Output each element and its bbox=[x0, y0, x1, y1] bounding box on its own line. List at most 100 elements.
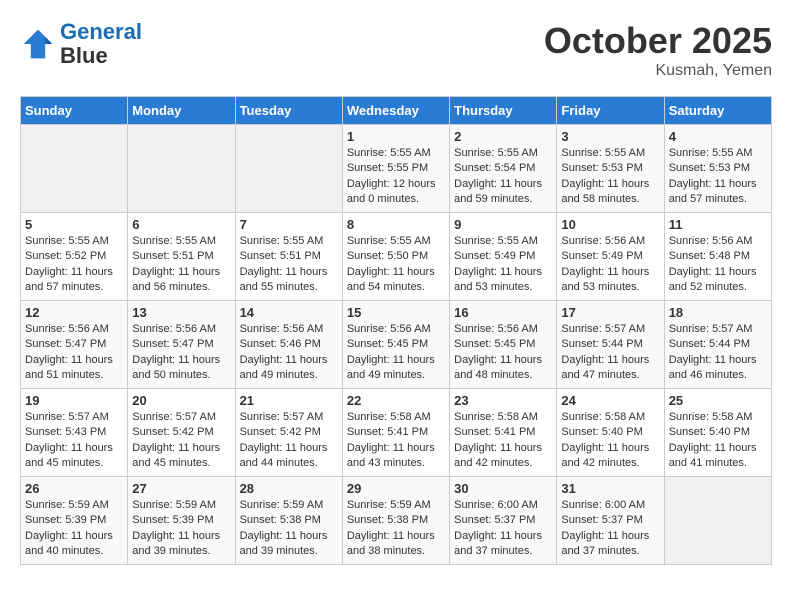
day-info: Sunrise: 5:55 AMSunset: 5:55 PMDaylight:… bbox=[347, 146, 445, 208]
day-info: Sunrise: 5:55 AMSunset: 5:54 PMDaylight:… bbox=[454, 146, 552, 208]
calendar-cell: 10 Sunrise: 5:56 AMSunset: 5:49 PMDaylig… bbox=[557, 213, 664, 301]
calendar-cell: 25 Sunrise: 5:58 AMSunset: 5:40 PMDaylig… bbox=[664, 389, 771, 477]
logo: General Blue bbox=[20, 20, 142, 68]
calendar-cell: 16 Sunrise: 5:56 AMSunset: 5:45 PMDaylig… bbox=[450, 301, 557, 389]
day-info: Sunrise: 5:56 AMSunset: 5:47 PMDaylight:… bbox=[132, 322, 230, 384]
calendar-cell: 23 Sunrise: 5:58 AMSunset: 5:41 PMDaylig… bbox=[450, 389, 557, 477]
calendar-cell: 19 Sunrise: 5:57 AMSunset: 5:43 PMDaylig… bbox=[21, 389, 128, 477]
logo-icon bbox=[20, 26, 56, 62]
column-header-saturday: Saturday bbox=[664, 97, 771, 125]
day-number: 25 bbox=[669, 393, 767, 408]
day-number: 6 bbox=[132, 217, 230, 232]
day-number: 13 bbox=[132, 305, 230, 320]
day-number: 29 bbox=[347, 481, 445, 496]
calendar-cell: 15 Sunrise: 5:56 AMSunset: 5:45 PMDaylig… bbox=[342, 301, 449, 389]
day-number: 27 bbox=[132, 481, 230, 496]
calendar-cell: 11 Sunrise: 5:56 AMSunset: 5:48 PMDaylig… bbox=[664, 213, 771, 301]
location: Kusmah, Yemen bbox=[544, 62, 772, 80]
calendar-cell bbox=[235, 125, 342, 213]
day-info: Sunrise: 6:00 AMSunset: 5:37 PMDaylight:… bbox=[561, 498, 659, 560]
day-number: 7 bbox=[240, 217, 338, 232]
calendar-cell: 21 Sunrise: 5:57 AMSunset: 5:42 PMDaylig… bbox=[235, 389, 342, 477]
calendar-cell: 8 Sunrise: 5:55 AMSunset: 5:50 PMDayligh… bbox=[342, 213, 449, 301]
calendar-cell: 5 Sunrise: 5:55 AMSunset: 5:52 PMDayligh… bbox=[21, 213, 128, 301]
column-header-sunday: Sunday bbox=[21, 97, 128, 125]
day-info: Sunrise: 5:57 AMSunset: 5:43 PMDaylight:… bbox=[25, 410, 123, 472]
day-info: Sunrise: 5:56 AMSunset: 5:45 PMDaylight:… bbox=[454, 322, 552, 384]
day-number: 19 bbox=[25, 393, 123, 408]
day-number: 28 bbox=[240, 481, 338, 496]
calendar-cell: 2 Sunrise: 5:55 AMSunset: 5:54 PMDayligh… bbox=[450, 125, 557, 213]
calendar-table: SundayMondayTuesdayWednesdayThursdayFrid… bbox=[20, 96, 772, 565]
day-info: Sunrise: 5:57 AMSunset: 5:42 PMDaylight:… bbox=[132, 410, 230, 472]
day-info: Sunrise: 5:55 AMSunset: 5:51 PMDaylight:… bbox=[132, 234, 230, 296]
day-number: 22 bbox=[347, 393, 445, 408]
calendar-cell: 1 Sunrise: 5:55 AMSunset: 5:55 PMDayligh… bbox=[342, 125, 449, 213]
day-info: Sunrise: 5:56 AMSunset: 5:45 PMDaylight:… bbox=[347, 322, 445, 384]
calendar-week-row: 5 Sunrise: 5:55 AMSunset: 5:52 PMDayligh… bbox=[21, 213, 772, 301]
day-number: 31 bbox=[561, 481, 659, 496]
day-info: Sunrise: 5:55 AMSunset: 5:53 PMDaylight:… bbox=[669, 146, 767, 208]
day-info: Sunrise: 5:55 AMSunset: 5:50 PMDaylight:… bbox=[347, 234, 445, 296]
calendar-cell: 28 Sunrise: 5:59 AMSunset: 5:38 PMDaylig… bbox=[235, 477, 342, 565]
calendar-cell: 12 Sunrise: 5:56 AMSunset: 5:47 PMDaylig… bbox=[21, 301, 128, 389]
day-number: 14 bbox=[240, 305, 338, 320]
day-info: Sunrise: 5:59 AMSunset: 5:38 PMDaylight:… bbox=[240, 498, 338, 560]
calendar-cell: 29 Sunrise: 5:59 AMSunset: 5:38 PMDaylig… bbox=[342, 477, 449, 565]
calendar-cell: 20 Sunrise: 5:57 AMSunset: 5:42 PMDaylig… bbox=[128, 389, 235, 477]
column-header-monday: Monday bbox=[128, 97, 235, 125]
day-number: 26 bbox=[25, 481, 123, 496]
calendar-cell: 7 Sunrise: 5:55 AMSunset: 5:51 PMDayligh… bbox=[235, 213, 342, 301]
day-number: 1 bbox=[347, 129, 445, 144]
day-number: 12 bbox=[25, 305, 123, 320]
logo-text: General Blue bbox=[60, 20, 142, 68]
day-info: Sunrise: 5:58 AMSunset: 5:40 PMDaylight:… bbox=[669, 410, 767, 472]
title-block: October 2025 Kusmah, Yemen bbox=[544, 20, 772, 80]
calendar-header-row: SundayMondayTuesdayWednesdayThursdayFrid… bbox=[21, 97, 772, 125]
day-number: 15 bbox=[347, 305, 445, 320]
calendar-cell bbox=[664, 477, 771, 565]
calendar-cell: 3 Sunrise: 5:55 AMSunset: 5:53 PMDayligh… bbox=[557, 125, 664, 213]
day-number: 9 bbox=[454, 217, 552, 232]
day-info: Sunrise: 5:59 AMSunset: 5:38 PMDaylight:… bbox=[347, 498, 445, 560]
calendar-cell: 30 Sunrise: 6:00 AMSunset: 5:37 PMDaylig… bbox=[450, 477, 557, 565]
day-number: 2 bbox=[454, 129, 552, 144]
calendar-cell: 18 Sunrise: 5:57 AMSunset: 5:44 PMDaylig… bbox=[664, 301, 771, 389]
day-number: 10 bbox=[561, 217, 659, 232]
day-info: Sunrise: 5:58 AMSunset: 5:40 PMDaylight:… bbox=[561, 410, 659, 472]
day-info: Sunrise: 5:56 AMSunset: 5:49 PMDaylight:… bbox=[561, 234, 659, 296]
day-info: Sunrise: 5:58 AMSunset: 5:41 PMDaylight:… bbox=[347, 410, 445, 472]
day-info: Sunrise: 5:56 AMSunset: 5:48 PMDaylight:… bbox=[669, 234, 767, 296]
calendar-week-row: 26 Sunrise: 5:59 AMSunset: 5:39 PMDaylig… bbox=[21, 477, 772, 565]
day-number: 20 bbox=[132, 393, 230, 408]
calendar-cell: 27 Sunrise: 5:59 AMSunset: 5:39 PMDaylig… bbox=[128, 477, 235, 565]
day-info: Sunrise: 5:55 AMSunset: 5:49 PMDaylight:… bbox=[454, 234, 552, 296]
day-number: 21 bbox=[240, 393, 338, 408]
day-number: 24 bbox=[561, 393, 659, 408]
calendar-cell: 14 Sunrise: 5:56 AMSunset: 5:46 PMDaylig… bbox=[235, 301, 342, 389]
calendar-cell: 13 Sunrise: 5:56 AMSunset: 5:47 PMDaylig… bbox=[128, 301, 235, 389]
calendar-cell: 6 Sunrise: 5:55 AMSunset: 5:51 PMDayligh… bbox=[128, 213, 235, 301]
calendar-cell: 4 Sunrise: 5:55 AMSunset: 5:53 PMDayligh… bbox=[664, 125, 771, 213]
day-number: 8 bbox=[347, 217, 445, 232]
calendar-cell: 26 Sunrise: 5:59 AMSunset: 5:39 PMDaylig… bbox=[21, 477, 128, 565]
day-info: Sunrise: 5:59 AMSunset: 5:39 PMDaylight:… bbox=[25, 498, 123, 560]
day-info: Sunrise: 5:55 AMSunset: 5:52 PMDaylight:… bbox=[25, 234, 123, 296]
calendar-cell: 9 Sunrise: 5:55 AMSunset: 5:49 PMDayligh… bbox=[450, 213, 557, 301]
day-number: 3 bbox=[561, 129, 659, 144]
day-number: 23 bbox=[454, 393, 552, 408]
day-info: Sunrise: 5:57 AMSunset: 5:44 PMDaylight:… bbox=[669, 322, 767, 384]
column-header-wednesday: Wednesday bbox=[342, 97, 449, 125]
day-number: 17 bbox=[561, 305, 659, 320]
day-info: Sunrise: 5:57 AMSunset: 5:42 PMDaylight:… bbox=[240, 410, 338, 472]
day-number: 30 bbox=[454, 481, 552, 496]
day-number: 18 bbox=[669, 305, 767, 320]
calendar-week-row: 1 Sunrise: 5:55 AMSunset: 5:55 PMDayligh… bbox=[21, 125, 772, 213]
day-info: Sunrise: 5:56 AMSunset: 5:46 PMDaylight:… bbox=[240, 322, 338, 384]
calendar-week-row: 12 Sunrise: 5:56 AMSunset: 5:47 PMDaylig… bbox=[21, 301, 772, 389]
day-info: Sunrise: 5:57 AMSunset: 5:44 PMDaylight:… bbox=[561, 322, 659, 384]
day-info: Sunrise: 5:55 AMSunset: 5:51 PMDaylight:… bbox=[240, 234, 338, 296]
day-info: Sunrise: 5:59 AMSunset: 5:39 PMDaylight:… bbox=[132, 498, 230, 560]
calendar-cell: 22 Sunrise: 5:58 AMSunset: 5:41 PMDaylig… bbox=[342, 389, 449, 477]
calendar-cell: 24 Sunrise: 5:58 AMSunset: 5:40 PMDaylig… bbox=[557, 389, 664, 477]
